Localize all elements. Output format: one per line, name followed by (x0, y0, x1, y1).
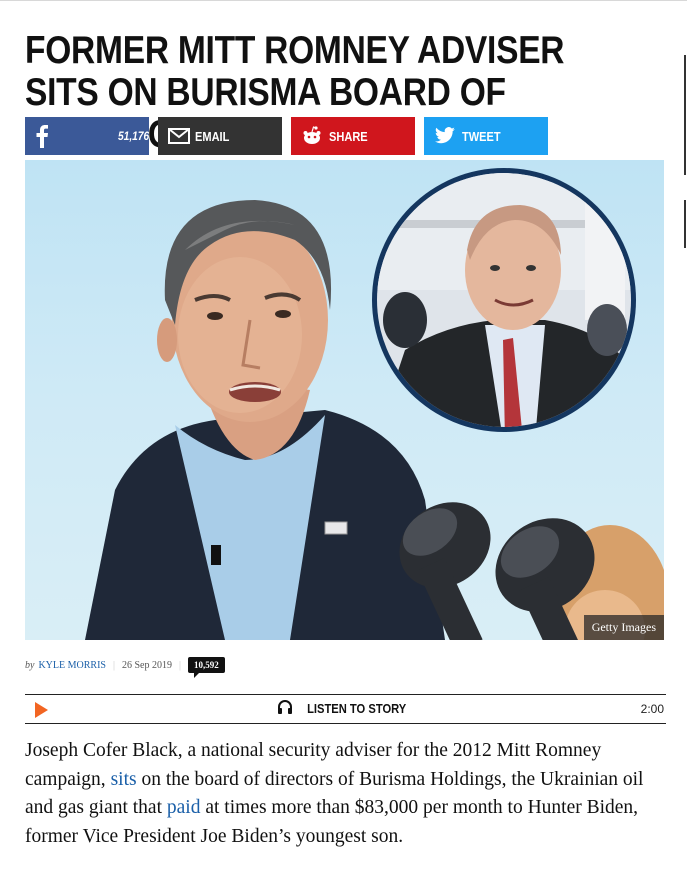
author-link[interactable]: KYLE MORRIS (38, 660, 106, 671)
email-share-label: EMAIL (195, 128, 230, 144)
byline-divider: | (178, 659, 181, 671)
facebook-icon (35, 124, 49, 148)
facebook-share-count: 51,176 (118, 129, 150, 143)
reddit-icon (301, 126, 323, 146)
listen-title[interactable]: LISTEN TO STORY (25, 700, 666, 717)
reddit-share-button[interactable]: SHARE (291, 117, 415, 155)
hero-photo-illustration (85, 168, 664, 640)
twitter-bird-icon (434, 127, 456, 145)
article-byline: by KYLE MORRIS | 26 Sep 2019 | 10,592 (25, 654, 225, 678)
comment-count-badge[interactable]: 10,592 (188, 657, 225, 678)
scrollbar-thumb[interactable] (684, 200, 686, 248)
twitter-share-button[interactable]: TWEET (424, 117, 548, 155)
twitter-share-label: TWEET (462, 128, 501, 144)
audio-duration: 2:00 (640, 702, 664, 716)
byline-divider: | (112, 659, 115, 671)
headphones-icon (277, 700, 293, 717)
sits-link[interactable]: sits (111, 769, 137, 790)
share-bar: 51,176 EMAIL SHARE TWEET (25, 117, 548, 155)
paid-link[interactable]: paid (167, 797, 201, 818)
scrollbar-track[interactable] (684, 55, 686, 175)
reddit-share-label: SHARE (329, 128, 368, 144)
article-hero-image: Getty Images (25, 160, 664, 640)
listen-label: LISTEN TO STORY (306, 701, 407, 716)
top-border (0, 0, 687, 7)
article-paragraph: Joseph Cofer Black, a national security … (25, 737, 670, 851)
publish-date: 26 Sep 2019 (121, 659, 172, 671)
email-share-button[interactable]: EMAIL (158, 117, 282, 155)
facebook-share-button[interactable]: 51,176 (25, 117, 149, 155)
byline-prefix: by (25, 659, 35, 671)
listen-to-story-bar: LISTEN TO STORY 2:00 (25, 694, 666, 724)
photo-credit: Getty Images (583, 615, 664, 640)
envelope-icon (168, 128, 190, 144)
